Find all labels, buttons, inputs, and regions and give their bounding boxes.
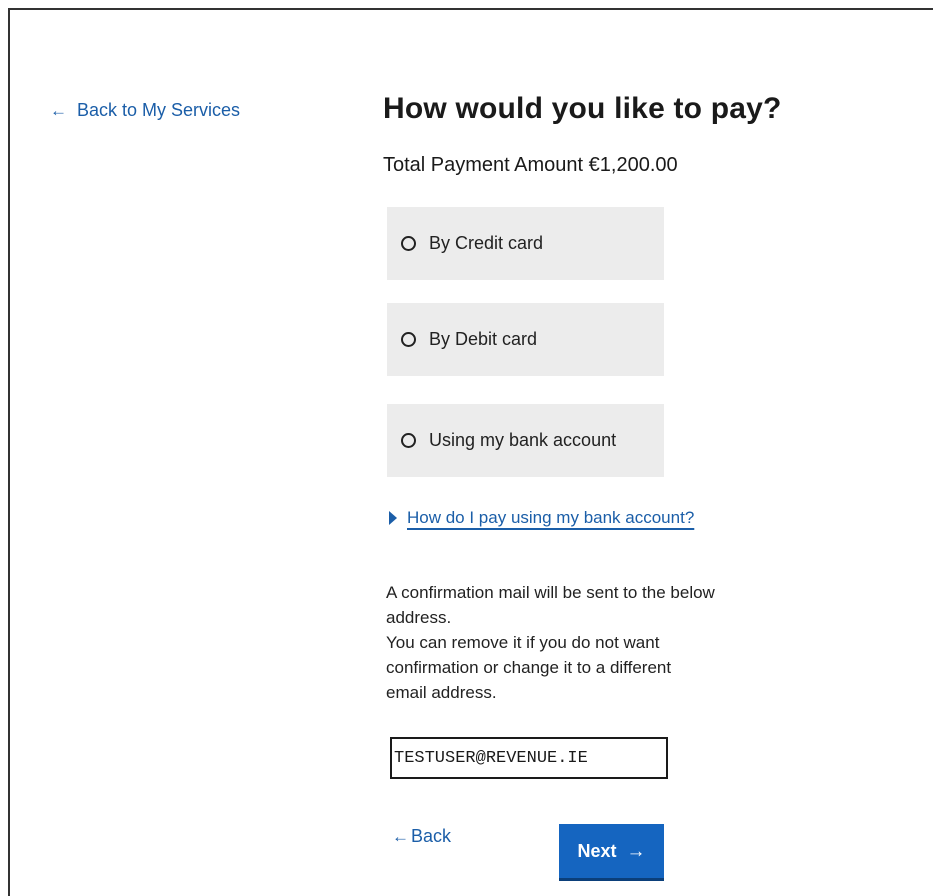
arrow-right-icon: → <box>626 840 646 862</box>
payment-option-label: Using my bank account <box>429 430 617 450</box>
confirmation-text-line1: A confirmation mail will be sent to the … <box>386 583 715 627</box>
bank-account-help-link[interactable]: How do I pay using my bank account? <box>407 508 694 528</box>
payment-option-credit-card[interactable]: By Credit card <box>387 207 664 280</box>
radio-circle-icon[interactable] <box>401 236 416 251</box>
arrow-left-icon: ← <box>392 827 409 846</box>
next-button[interactable]: Next → <box>559 824 664 881</box>
back-to-services-label: Back to My Services <box>77 100 241 120</box>
arrow-left-icon: ← <box>50 101 67 120</box>
next-button-label: Next <box>577 840 617 861</box>
confirmation-text-line2: You can remove it if you do not want con… <box>386 633 672 702</box>
payment-option-label: By Credit card <box>429 233 544 253</box>
total-payment-amount: Total Payment Amount €1,200.00 <box>383 154 678 176</box>
radio-circle-icon[interactable] <box>401 433 416 448</box>
payment-option-label: By Debit card <box>429 329 538 349</box>
confirmation-info: A confirmation mail will be sent to the … <box>386 580 716 705</box>
back-link[interactable]: ← Back <box>392 826 451 847</box>
back-link-label: Back <box>411 826 452 846</box>
email-field[interactable] <box>390 737 668 779</box>
payment-option-debit-card[interactable]: By Debit card <box>387 303 664 376</box>
radio-circle-icon[interactable] <box>401 332 416 347</box>
back-to-services-link[interactable]: ← Back to My Services <box>50 100 240 121</box>
bank-account-help-disclosure[interactable]: How do I pay using my bank account? <box>389 508 694 528</box>
triangle-right-icon <box>389 511 397 525</box>
payment-option-bank-account[interactable]: Using my bank account <box>387 404 664 477</box>
page-title: How would you like to pay? <box>383 92 782 125</box>
